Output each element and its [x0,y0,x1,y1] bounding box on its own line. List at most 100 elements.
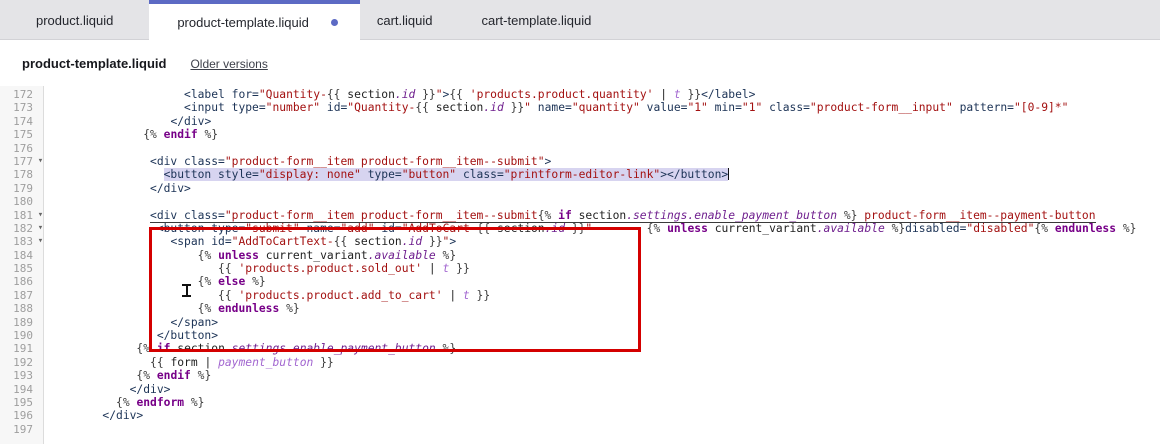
code-text[interactable]: <input type="number" id="Quantity-{{ sec… [46,101,1068,114]
code-text[interactable] [46,142,48,155]
code-text[interactable]: {{ form | payment_button }} [46,356,334,369]
code-text[interactable]: {{ 'products.product.sold_out' | t }} [46,262,470,275]
code-line[interactable]: 178 <button style="display: none" type="… [0,168,1160,181]
code-text[interactable]: {% else %} [46,275,266,288]
code-text[interactable]: </span> [46,316,218,329]
line-number: 189 [0,316,35,329]
fold-gutter-spacer [35,275,46,288]
fold-gutter-spacer [35,182,46,195]
fold-gutter-spacer [35,409,46,422]
tab-label: cart-template.liquid [482,13,592,28]
tab-bar: product.liquid product-template.liquid c… [0,0,1160,40]
tab-product-liquid[interactable]: product.liquid [0,0,149,40]
older-versions-link[interactable]: Older versions [190,57,267,71]
fold-arrow-icon[interactable]: ▾ [35,222,46,235]
code-text[interactable]: {% endunless %} [46,302,300,315]
line-number: 187 [0,289,35,302]
code-line[interactable]: 194 </div> [0,383,1160,396]
line-number: 191 [0,342,35,355]
line-number: 192 [0,356,35,369]
fold-gutter-spacer [35,329,46,342]
code-line[interactable]: 191 {% if section.settings.enable_paymen… [0,342,1160,355]
line-number: 172 [0,88,35,101]
code-text[interactable]: {% endform %} [46,396,204,409]
code-text[interactable]: {% endif %} [46,128,218,141]
code-line[interactable]: 175 {% endif %} [0,128,1160,141]
code-line[interactable]: 184 {% unless current_variant.available … [0,249,1160,262]
code-text[interactable]: <button type="submit" name="add" id="Add… [46,222,1136,235]
line-number: 195 [0,396,35,409]
code-line[interactable]: 180 [0,195,1160,208]
code-text[interactable]: {{ 'products.product.add_to_cart' | t }} [46,289,490,302]
code-text[interactable]: </div> [46,182,191,195]
code-line[interactable]: 172 <label for="Quantity-{{ section.id }… [0,88,1160,101]
code-text[interactable]: {% endif %} [46,369,211,382]
code-line[interactable]: 195 {% endform %} [0,396,1160,409]
fold-gutter-spacer [35,423,46,436]
code-area[interactable]: 172 <label for="Quantity-{{ section.id }… [0,86,1160,444]
fold-gutter-spacer [35,342,46,355]
code-line[interactable]: 174 </div> [0,115,1160,128]
code-line[interactable]: 193 {% endif %} [0,369,1160,382]
fold-arrow-icon[interactable]: ▾ [35,209,46,222]
code-text[interactable]: </div> [46,409,143,422]
line-number: 193 [0,369,35,382]
code-text[interactable]: <span id="AddToCartText-{{ section.id }}… [46,235,456,248]
line-number: 176 [0,142,35,155]
code-lines: 172 <label for="Quantity-{{ section.id }… [0,88,1160,436]
tab-label: product.liquid [36,13,113,28]
underlined-text: <div class="product-form__item product-f… [150,209,1095,223]
tab-label: cart.liquid [377,13,433,28]
tab-product-template-liquid[interactable]: product-template.liquid [149,0,360,41]
fold-gutter-spacer [35,356,46,369]
code-line[interactable]: 173 <input type="number" id="Quantity-{{… [0,101,1160,114]
line-number: 174 [0,115,35,128]
fold-arrow-icon[interactable]: ▾ [35,155,46,168]
code-text[interactable]: </button> [46,329,218,342]
code-text[interactable]: {% if section.settings.enable_payment_bu… [46,342,456,355]
selected-text: <button style="display: none" type="butt… [164,168,729,181]
code-line[interactable]: 187 {{ 'products.product.add_to_cart' | … [0,289,1160,302]
code-line[interactable]: 186 {% else %} [0,275,1160,288]
code-line[interactable]: 192 {{ form | payment_button }} [0,356,1160,369]
fold-gutter-spacer [35,316,46,329]
code-line[interactable]: 183▾ <span id="AddToCartText-{{ section.… [0,235,1160,248]
code-text[interactable]: <button style="display: none" type="butt… [46,168,729,181]
code-text[interactable] [46,195,48,208]
code-text[interactable]: <div class="product-form__item product-f… [46,155,551,168]
code-text[interactable]: <div class="product-form__item product-f… [46,209,1096,222]
line-number: 185 [0,262,35,275]
code-text[interactable]: </div> [46,115,211,128]
file-header: product-template.liquid Older versions [0,41,1160,86]
line-number: 178 [0,168,35,181]
file-title: product-template.liquid [22,56,166,71]
line-number: 197 [0,423,35,436]
code-editor-window: product.liquid product-template.liquid c… [0,0,1160,444]
code-text[interactable] [46,423,48,436]
fold-gutter-spacer [35,249,46,262]
code-line[interactable]: 197 [0,423,1160,436]
code-line[interactable]: 190 </button> [0,329,1160,342]
tab-cart-template-liquid[interactable]: cart-template.liquid [450,0,628,40]
tab-cart-liquid[interactable]: cart.liquid [360,0,450,40]
fold-arrow-icon[interactable]: ▾ [35,235,46,248]
fold-gutter-spacer [35,88,46,101]
code-text[interactable]: {% unless current_variant.available %} [46,249,456,262]
code-line[interactable]: 176 [0,142,1160,155]
unsaved-changes-dot [331,19,338,26]
code-text[interactable]: <label for="Quantity-{{ section.id }}">{… [46,88,755,101]
code-line[interactable]: 196 </div> [0,409,1160,422]
code-line[interactable]: 177▾ <div class="product-form__item prod… [0,155,1160,168]
code-line[interactable]: 179 </div> [0,182,1160,195]
line-number: 181 [0,209,35,222]
fold-gutter-spacer [35,396,46,409]
code-line[interactable]: 189 </span> [0,316,1160,329]
fold-gutter-spacer [35,262,46,275]
code-line[interactable]: 185 {{ 'products.product.sold_out' | t }… [0,262,1160,275]
line-number: 175 [0,128,35,141]
code-text[interactable]: </div> [46,383,170,396]
code-line[interactable]: 181▾ <div class="product-form__item prod… [0,209,1160,222]
fold-gutter-spacer [35,115,46,128]
code-line[interactable]: 188 {% endunless %} [0,302,1160,315]
code-line[interactable]: 182▾ <button type="submit" name="add" id… [0,222,1160,235]
